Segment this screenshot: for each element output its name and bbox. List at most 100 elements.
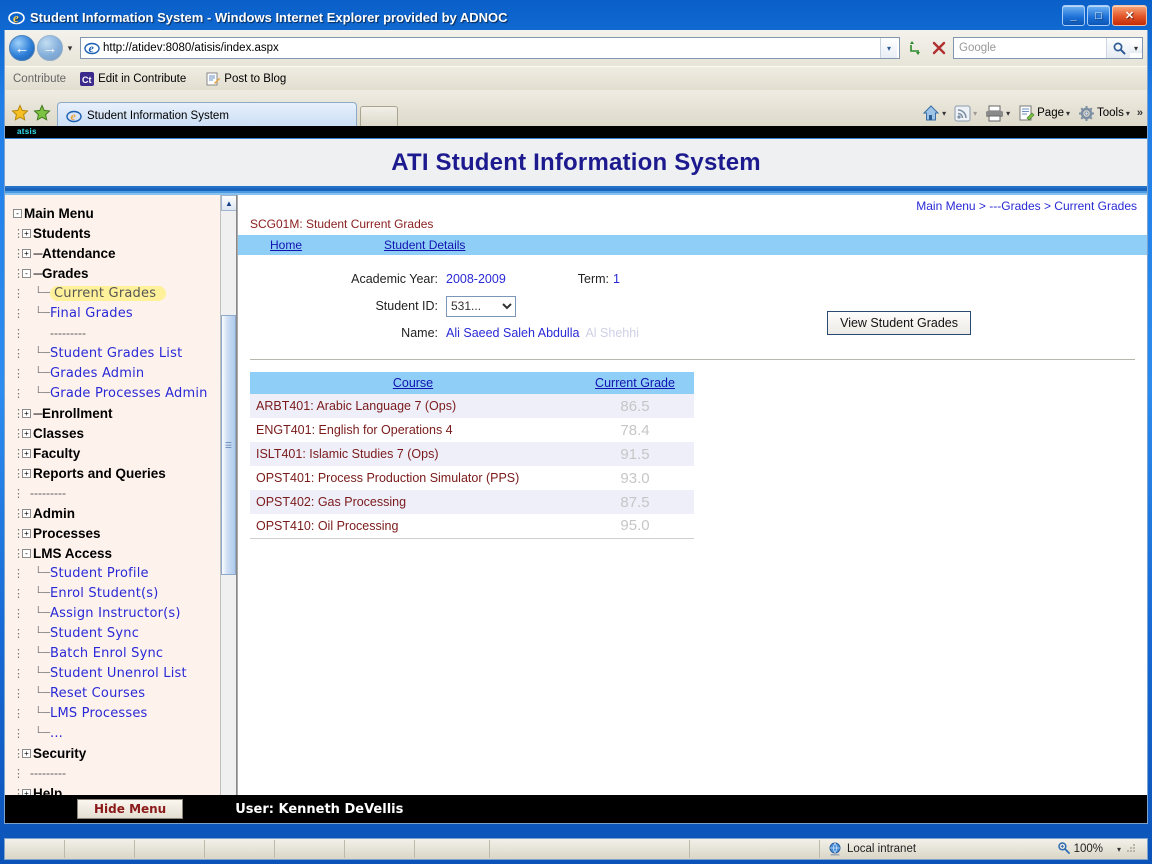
new-tab-button[interactable] bbox=[360, 106, 398, 128]
search-input[interactable]: Google bbox=[954, 42, 1106, 54]
tree-guide-line: ⋮ bbox=[13, 287, 24, 300]
security-zone[interactable]: Local intranet bbox=[820, 842, 924, 856]
chevron-down-icon[interactable]: ▾ bbox=[942, 109, 946, 118]
sidebar-item-assign-instructors[interactable]: ⋮ └─ Assign Instructor(s) bbox=[13, 603, 220, 623]
refresh-button[interactable] bbox=[903, 36, 927, 60]
sidebar-vertical-scrollbar[interactable]: ▲ ☰ ▼ bbox=[220, 195, 236, 821]
minimize-button[interactable]: _ bbox=[1062, 5, 1085, 26]
table-row[interactable]: OPST410: Oil Processing 95.0 bbox=[250, 514, 694, 539]
window-title: Student Information System - Windows Int… bbox=[30, 9, 508, 25]
sidebar-item-processes[interactable]: ⋮ + Processes bbox=[13, 523, 220, 543]
chevron-down-icon[interactable]: ▾ bbox=[1066, 109, 1070, 118]
chevron-down-icon[interactable]: ▾ bbox=[1126, 109, 1130, 118]
expand-toggle-icon[interactable]: + bbox=[22, 508, 31, 518]
sidebar-item-enrollment[interactable]: ⋮ + --- Enrollment bbox=[13, 403, 220, 423]
table-row[interactable]: OPST402: Gas Processing 87.5 bbox=[250, 490, 694, 514]
expand-toggle-icon[interactable]: + bbox=[22, 408, 31, 418]
tab-home[interactable]: Home bbox=[270, 238, 302, 252]
sidebar-item-student-profile[interactable]: ⋮ └─ Student Profile bbox=[13, 563, 220, 583]
sidebar-item-reports-and-queries[interactable]: ⋮ + Reports and Queries bbox=[13, 463, 220, 483]
edit-in-contribute-label: Edit in Contribute bbox=[98, 72, 187, 85]
address-bar[interactable]: e http://atidev:8080/atisis/index.aspx ▾ bbox=[80, 37, 900, 59]
sidebar-item-enrol-students[interactable]: ⋮ └─ Enrol Student(s) bbox=[13, 583, 220, 603]
search-dropdown-icon[interactable]: ▾ bbox=[1130, 43, 1142, 53]
back-button[interactable]: ← bbox=[9, 35, 35, 61]
column-header-current-grade[interactable]: Current Grade bbox=[576, 372, 694, 394]
collapse-toggle-icon[interactable]: - bbox=[13, 208, 22, 218]
chevron-down-icon[interactable]: ▾ bbox=[1006, 109, 1010, 118]
expand-toggle-icon[interactable]: + bbox=[22, 448, 31, 458]
sidebar-item-main-menu[interactable]: - Main Menu bbox=[13, 203, 220, 223]
stop-button[interactable] bbox=[927, 36, 951, 60]
column-header-course[interactable]: Course bbox=[250, 372, 576, 394]
sidebar-item-security[interactable]: ⋮ + Security bbox=[13, 743, 220, 763]
forward-button[interactable]: → bbox=[37, 35, 63, 61]
table-row[interactable]: ISLT401: Islamic Studies 7 (Ops) 91.5 bbox=[250, 442, 694, 466]
expand-toggle-icon[interactable]: + bbox=[22, 428, 31, 438]
sidebar-item-attendance[interactable]: ⋮ + --- Attendance bbox=[13, 243, 220, 263]
sidebar-item-student-sync[interactable]: ⋮ └─ Student Sync bbox=[13, 623, 220, 643]
contribute-title: Contribute bbox=[13, 72, 67, 85]
sidebar-item-lms-access[interactable]: ⋮ - LMS Access bbox=[13, 543, 220, 563]
command-overflow-icon[interactable]: » bbox=[1137, 107, 1143, 119]
tools-menu-button[interactable]: Tools ▾ bbox=[1075, 103, 1133, 124]
tree-guide-line: ⋮ bbox=[13, 327, 24, 340]
sidebar-item-label: Reports and Queries bbox=[33, 465, 166, 481]
expand-toggle-icon[interactable]: + bbox=[22, 248, 31, 258]
sidebar-item-grades-admin[interactable]: ⋮ └─ Grades Admin bbox=[13, 363, 220, 383]
sidebar-item-final-grades[interactable]: ⋮ └─ Final Grades bbox=[13, 303, 220, 323]
tree-dashes: --- bbox=[33, 266, 43, 280]
sidebar-item-admin[interactable]: ⋮ + Admin bbox=[13, 503, 220, 523]
expand-toggle-icon[interactable]: + bbox=[22, 748, 31, 758]
favorites-center-icon[interactable] bbox=[9, 98, 31, 128]
close-button[interactable]: ✕ bbox=[1112, 5, 1147, 26]
sidebar-item-faculty[interactable]: ⋮ + Faculty bbox=[13, 443, 220, 463]
resize-grip[interactable] bbox=[1125, 842, 1139, 856]
address-input[interactable]: http://atidev:8080/atisis/index.aspx bbox=[103, 42, 880, 54]
collapse-toggle-icon[interactable]: - bbox=[22, 268, 31, 278]
sidebar-item-label: Main Menu bbox=[24, 205, 94, 221]
print-button[interactable]: ▾ bbox=[982, 103, 1013, 124]
sidebar-item-grades[interactable]: ⋮ - --- Grades bbox=[13, 263, 220, 283]
zoom-control[interactable]: 100% ▾ bbox=[1051, 841, 1147, 857]
history-dropdown-icon[interactable]: ▾ bbox=[63, 43, 77, 54]
expand-toggle-icon[interactable]: + bbox=[22, 528, 31, 538]
sidebar-item-grade-processes-admin[interactable]: ⋮ └─ Grade Processes Admin bbox=[13, 383, 220, 403]
post-to-blog-button[interactable]: Post to Blog bbox=[202, 71, 290, 87]
home-button[interactable]: ▾ bbox=[919, 102, 949, 124]
sidebar-item-student-unenrol-list[interactable]: ⋮ └─ Student Unenrol List bbox=[13, 663, 220, 683]
scroll-up-button[interactable]: ▲ bbox=[221, 195, 236, 211]
chevron-down-icon[interactable]: ▾ bbox=[1117, 845, 1121, 854]
sub-tab-bar: Home Student Details bbox=[238, 234, 1147, 255]
maximize-button[interactable]: □ bbox=[1087, 5, 1110, 26]
sidebar-item-students[interactable]: ⋮ + Students bbox=[13, 223, 220, 243]
hide-menu-button[interactable]: Hide Menu bbox=[77, 799, 184, 819]
edit-in-contribute-button[interactable]: Ct Edit in Contribute bbox=[76, 71, 190, 87]
sidebar-item-lms-processes[interactable]: ⋮ └─ LMS Processes bbox=[13, 703, 220, 723]
search-box[interactable]: Google ▾ bbox=[953, 37, 1143, 59]
sidebar-item-batch-enrol-sync[interactable]: ⋮ └─ Batch Enrol Sync bbox=[13, 643, 220, 663]
search-icon[interactable] bbox=[1106, 38, 1130, 58]
scrollbar-thumb[interactable]: ☰ bbox=[221, 315, 236, 575]
ie-logo-icon: e bbox=[8, 9, 25, 26]
page-menu-button[interactable]: Page ▾ bbox=[1015, 103, 1073, 124]
sidebar-item-label: Final Grades bbox=[50, 305, 133, 321]
table-row[interactable]: ARBT401: Arabic Language 7 (Ops) 86.5 bbox=[250, 394, 694, 418]
tab-student-information-system[interactable]: e Student Information System bbox=[57, 102, 357, 128]
student-id-select[interactable]: 531... bbox=[446, 295, 516, 317]
feeds-button[interactable]: ▾ bbox=[951, 103, 980, 124]
expand-toggle-icon[interactable]: + bbox=[22, 468, 31, 478]
address-dropdown-icon[interactable]: ▾ bbox=[880, 38, 897, 58]
expand-toggle-icon[interactable]: + bbox=[22, 228, 31, 238]
tab-student-details[interactable]: Student Details bbox=[384, 238, 465, 252]
sidebar-item-classes[interactable]: ⋮ + Classes bbox=[13, 423, 220, 443]
table-row[interactable]: OPST401: Process Production Simulator (P… bbox=[250, 466, 694, 490]
collapse-toggle-icon[interactable]: - bbox=[22, 548, 31, 558]
sidebar-item-reset-courses[interactable]: ⋮ └─ Reset Courses bbox=[13, 683, 220, 703]
sidebar-item-lms-more[interactable]: ⋮ └─... bbox=[13, 723, 220, 743]
add-to-favorites-icon[interactable] bbox=[31, 98, 53, 128]
sidebar-item-student-grades-list[interactable]: ⋮ └─ Student Grades List bbox=[13, 343, 220, 363]
table-row[interactable]: ENGT401: English for Operations 4 78.4 bbox=[250, 418, 694, 442]
sidebar-item-current-grades[interactable]: ⋮ └─ Current Grades bbox=[13, 283, 220, 303]
view-student-grades-button[interactable]: View Student Grades bbox=[827, 311, 971, 335]
